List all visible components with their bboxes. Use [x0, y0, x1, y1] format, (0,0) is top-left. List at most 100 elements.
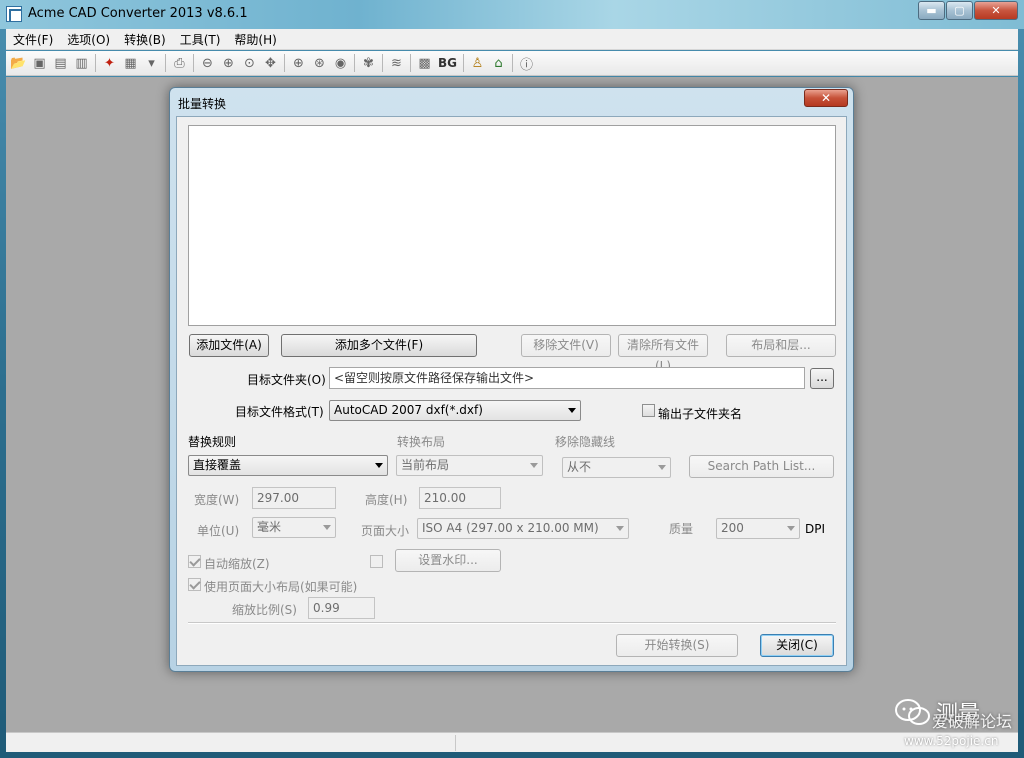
zoom-window-icon[interactable]: ⊙	[239, 53, 260, 73]
menu-tools[interactable]: 工具(T)	[173, 31, 228, 48]
replace-rule-select[interactable]: 直接覆盖	[188, 455, 388, 476]
auto-zoom-checkbox[interactable]	[188, 555, 201, 568]
dialog-body: 添加文件(A) 添加多个文件(F) 移除文件(V) 清除所有文件(L) 布局和层…	[176, 116, 847, 666]
open-folder-icon[interactable]: 📂	[8, 53, 29, 73]
chevron-down-icon	[323, 525, 331, 530]
toolbar-separator	[284, 54, 285, 72]
batch-icon[interactable]: ▦	[120, 53, 141, 73]
toolbar-separator	[382, 54, 383, 72]
layout-layers-button[interactable]: 布局和层...	[726, 334, 836, 357]
set-watermark-button[interactable]: 设置水印...	[395, 549, 501, 572]
zoom-out-icon[interactable]: ⊖	[197, 53, 218, 73]
chat-bubbles-icon	[895, 699, 930, 725]
menu-convert[interactable]: 转换(B)	[117, 31, 173, 48]
batch-dropdown-icon[interactable]: ▾	[141, 53, 162, 73]
chevron-down-icon	[530, 463, 538, 468]
title-bar[interactable]: Acme CAD Converter 2013 v8.6.1 ▬ ▢ ✕	[0, 0, 1024, 29]
remove-hidden-lines-value: 从不	[567, 460, 592, 474]
start-convert-button[interactable]: 开始转换(S)	[616, 634, 738, 657]
window-controls: ▬ ▢ ✕	[917, 1, 1018, 20]
zoom-in-icon[interactable]: ⊕	[218, 53, 239, 73]
remove-file-button[interactable]: 移除文件(V)	[521, 334, 611, 357]
height-input[interactable]: 210.00	[419, 487, 501, 509]
home-icon[interactable]: ⌂	[488, 53, 509, 73]
chevron-down-icon	[568, 408, 576, 413]
clear-all-files-button[interactable]: 清除所有文件(L)	[618, 334, 708, 373]
unit-select[interactable]: 毫米	[252, 517, 336, 538]
chevron-down-icon	[616, 526, 624, 531]
zoom-ratio-input[interactable]: 0.99	[308, 597, 375, 619]
replace-rule-label: 替换规则	[188, 435, 237, 449]
width-label: 宽度(W)	[194, 493, 240, 507]
target-format-value: AutoCAD 2007 dxf(*.dxf)	[334, 403, 483, 417]
use-page-layout-checkbox[interactable]	[188, 578, 201, 591]
convert-layout-label: 转换布局	[397, 435, 446, 449]
close-window-button[interactable]: ✕	[974, 1, 1018, 20]
add-file-button[interactable]: 添加文件(A)	[189, 334, 269, 357]
zoom-pan-icon[interactable]: ✥	[260, 53, 281, 73]
grid-icon[interactable]: ▩	[414, 53, 435, 73]
app-logo-icon	[6, 6, 22, 22]
export-icon[interactable]: ▥	[71, 53, 92, 73]
use-page-layout-label: 使用页面大小布局(如果可能)	[204, 580, 358, 594]
target-format-select[interactable]: AutoCAD 2007 dxf(*.dxf)	[329, 400, 581, 421]
remove-hidden-lines-select[interactable]: 从不	[562, 457, 671, 478]
save-icon[interactable]: ▣	[29, 53, 50, 73]
toolbar-separator	[95, 54, 96, 72]
dialog-divider	[188, 622, 836, 624]
toolbar-separator	[463, 54, 464, 72]
info-icon[interactable]: ⓘ	[516, 53, 537, 73]
menu-options[interactable]: 选项(O)	[60, 31, 117, 48]
quality-label: 质量	[669, 522, 694, 536]
page-size-label: 页面大小	[361, 524, 410, 538]
output-subfolder-checkbox[interactable]	[642, 404, 655, 417]
chevron-down-icon	[787, 526, 795, 531]
convert-layout-value: 当前布局	[401, 458, 450, 472]
info-person-icon[interactable]: ♙	[467, 53, 488, 73]
page-size-value: ISO A4 (297.00 x 210.00 MM)	[422, 521, 599, 535]
view-icon[interactable]: ◉	[330, 53, 351, 73]
menu-file[interactable]: 文件(F)	[6, 31, 60, 48]
target-folder-input[interactable]: <留空则按原文件路径保存输出文件>	[329, 367, 805, 389]
chevron-down-icon	[375, 463, 383, 468]
status-pane-divider	[455, 735, 456, 751]
add-multiple-files-button[interactable]: 添加多个文件(F)	[281, 334, 477, 357]
status-bar	[6, 732, 1018, 752]
toolbar-separator	[512, 54, 513, 72]
zoom-extent-icon[interactable]: ⊛	[309, 53, 330, 73]
browse-folder-button[interactable]: ...	[810, 368, 834, 389]
output-subfolder-label: 输出子文件夹名	[658, 407, 743, 421]
zoom-ratio-label: 缩放比例(S)	[232, 603, 297, 617]
convert-layout-select[interactable]: 当前布局	[396, 455, 543, 476]
menu-help[interactable]: 帮助(H)	[227, 31, 283, 48]
target-folder-label: 目标文件夹(O)	[247, 373, 326, 387]
width-input[interactable]: 297.00	[252, 487, 336, 509]
pdf-icon[interactable]: ✦	[99, 53, 120, 73]
file-list[interactable]	[188, 125, 836, 326]
dialog-close-button[interactable]: 关闭(C)	[760, 634, 834, 657]
toolbar-separator	[165, 54, 166, 72]
minimize-button[interactable]: ▬	[918, 1, 945, 20]
watermark-overlay: 测量 爱破解论坛 www.52pojie.cn	[892, 688, 1022, 750]
save-all-icon[interactable]: ▤	[50, 53, 71, 73]
print-icon[interactable]: ⎙	[169, 53, 190, 73]
lines-icon[interactable]: ≋	[386, 53, 407, 73]
watermark-checkbox[interactable]	[370, 555, 383, 568]
toolbar: 📂 ▣ ▤ ▥ ✦ ▦ ▾ ⎙ ⊖ ⊕ ⊙ ✥ ⊕ ⊛ ◉ ✾ ≋ ▩ BG ♙…	[6, 51, 1018, 76]
maximize-button[interactable]: ▢	[946, 1, 973, 20]
height-label: 高度(H)	[365, 493, 408, 507]
quality-unit-label: DPI	[805, 522, 826, 536]
target-format-label: 目标文件格式(T)	[235, 405, 324, 419]
unit-label: 单位(U)	[197, 524, 240, 538]
app-title: Acme CAD Converter 2013 v8.6.1	[28, 6, 248, 21]
zoom-all-icon[interactable]: ⊕	[288, 53, 309, 73]
menu-bar: 文件(F) 选项(O) 转换(B) 工具(T) 帮助(H)	[6, 29, 1018, 50]
search-path-list-button[interactable]: Search Path List...	[689, 455, 834, 478]
bg-button[interactable]: BG	[435, 56, 460, 70]
quality-select[interactable]: 200	[716, 518, 800, 539]
dialog-close-icon[interactable]: ✕	[804, 89, 848, 107]
replace-rule-value: 直接覆盖	[193, 458, 242, 472]
page-size-select[interactable]: ISO A4 (297.00 x 210.00 MM)	[417, 518, 629, 539]
layers-icon[interactable]: ✾	[358, 53, 379, 73]
toolbar-separator	[193, 54, 194, 72]
